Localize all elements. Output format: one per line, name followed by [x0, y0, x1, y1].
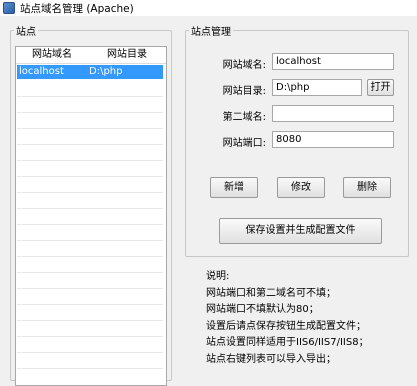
- notes-line: 站点设置同样适用于IIS6/IIS7/IIS8；: [206, 337, 369, 348]
- list-gridline: [17, 208, 163, 209]
- directory-input[interactable]: D:\php: [272, 79, 362, 96]
- site-row-domain: localhost: [19, 66, 64, 77]
- add-button[interactable]: 新增: [210, 177, 258, 198]
- sites-list-header: 网站域名 网站目录: [16, 47, 166, 64]
- list-gridline: [17, 288, 163, 289]
- sites-list[interactable]: 网站域名 网站目录 localhost D:\php: [15, 46, 167, 386]
- modify-button[interactable]: 修改: [277, 177, 325, 198]
- second-domain-input[interactable]: [272, 105, 394, 122]
- app-icon: [3, 2, 15, 14]
- domain-input[interactable]: localhost: [272, 53, 394, 70]
- port-input[interactable]: 8080: [272, 131, 394, 148]
- notes-line: 站点右键列表可以导入导出；: [206, 353, 336, 365]
- port-label: 网站端口:: [222, 138, 266, 149]
- list-gridline: [17, 368, 163, 369]
- domain-label: 网站域名:: [222, 60, 266, 71]
- notes-title: 说明:: [206, 271, 230, 282]
- directory-label: 网站目录:: [222, 86, 266, 97]
- list-gridline: [17, 192, 163, 193]
- window-title: 站点域名管理 (Apache): [20, 2, 134, 15]
- list-gridline: [17, 320, 163, 321]
- list-gridline: [17, 128, 163, 129]
- list-gridline: [17, 240, 163, 241]
- open-directory-button[interactable]: 打开: [367, 79, 394, 96]
- list-gridline: [17, 272, 163, 273]
- list-gridline: [17, 224, 163, 225]
- site-manage-group-label: 站点管理: [191, 27, 231, 38]
- list-gridline: [17, 304, 163, 305]
- delete-button[interactable]: 删除: [343, 177, 391, 198]
- notes-line: 网站端口和第二域名可不填；: [206, 287, 336, 299]
- notes-panel: 说明: 网站端口和第二域名可不填； 网站端口不填默认为80； 设置后请点保存按钮…: [206, 269, 406, 368]
- list-gridline: [17, 176, 163, 177]
- list-gridline: [17, 256, 163, 257]
- title-bar[interactable]: 站点域名管理 (Apache): [0, 0, 417, 16]
- notes-line: 设置后请点保存按钮生成配置文件；: [206, 320, 366, 332]
- list-gridline: [17, 144, 163, 145]
- site-row[interactable]: localhost D:\php: [17, 65, 163, 79]
- list-gridline: [17, 96, 163, 97]
- column-header-domain[interactable]: 网站域名: [16, 47, 88, 63]
- list-gridline: [17, 352, 163, 353]
- sites-group: 站点 网站域名 网站目录 localhost D:\php: [10, 23, 172, 386]
- list-gridline: [17, 336, 163, 337]
- column-header-directory[interactable]: 网站目录: [88, 47, 166, 63]
- notes-line: 网站端口不填默认为80；: [206, 304, 319, 315]
- site-row-directory: D:\php: [89, 66, 123, 77]
- second-domain-label: 第二域名:: [222, 112, 266, 123]
- save-and-generate-button[interactable]: 保存设置并生成配置文件: [219, 218, 382, 244]
- list-gridline: [17, 160, 163, 161]
- sites-group-label: 站点: [16, 27, 36, 38]
- site-manage-group: 站点管理 网站域名: localhost 网站目录: D:\php 打开 第二域…: [185, 23, 409, 257]
- list-gridline: [17, 112, 163, 113]
